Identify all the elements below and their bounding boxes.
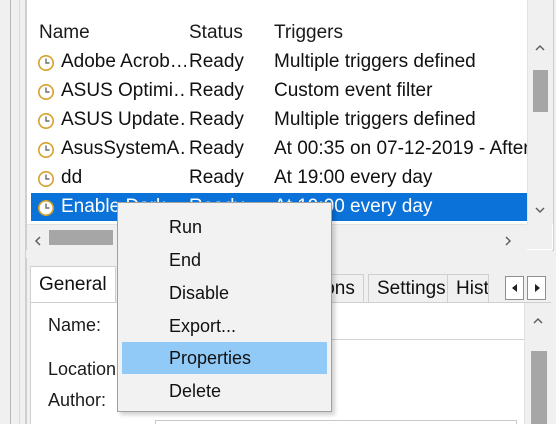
task-list-vertical-scrollbar[interactable]: [527, 0, 553, 224]
task-row-asus-update[interactable]: ASUS Update… Ready Multiple triggers def…: [31, 106, 527, 134]
details-scroll-thumb[interactable]: [531, 351, 547, 424]
task-name: ASUS Update…: [61, 109, 186, 130]
task-status: Ready: [189, 80, 244, 101]
horizontal-scroll-thumb[interactable]: [49, 230, 113, 245]
author-label: Author:: [48, 390, 107, 410]
vertical-scroll-thumb[interactable]: [533, 70, 548, 112]
task-name: ASUS Optimi…: [61, 80, 186, 101]
task-name: AsusSystemA…: [61, 138, 186, 159]
tab-history[interactable]: Histo: [447, 274, 489, 303]
task-row-asus-optimization[interactable]: ASUS Optimi… Ready Custom event filter: [31, 77, 527, 105]
clock-task-icon: [37, 169, 55, 187]
triangle-left-icon: [512, 284, 517, 292]
task-triggers: At 00:35 on 07-12-2019 - After tri: [274, 138, 527, 159]
menu-item-properties[interactable]: Properties: [122, 342, 327, 374]
task-name: Adobe Acrob…: [61, 51, 186, 72]
tab-scroll-right-button[interactable]: [527, 276, 546, 300]
tab-scroll-left-button[interactable]: [505, 276, 524, 300]
task-triggers: Multiple triggers defined: [274, 51, 476, 72]
task-name-field[interactable]: [324, 305, 524, 340]
tab-general[interactable]: General: [30, 266, 116, 303]
task-triggers: At 19:00 every day: [274, 167, 433, 188]
chevron-down-icon[interactable]: [535, 202, 545, 214]
status-column-header[interactable]: Status: [189, 18, 243, 48]
task-status: Ready: [189, 109, 244, 130]
clock-task-icon: [37, 198, 55, 216]
task-row-dd[interactable]: dd Ready At 19:00 every day: [31, 164, 527, 192]
description-field[interactable]: [155, 420, 517, 424]
clock-task-icon: [37, 53, 55, 71]
task-row-adobe-acrobat[interactable]: Adobe Acrob… Ready Multiple triggers def…: [31, 48, 527, 76]
task-scheduler-window: Name Status Triggers Adobe Acrob… Ready …: [0, 0, 556, 424]
clock-task-icon: [37, 82, 55, 100]
scrollbar-corner: [527, 224, 552, 249]
menu-item-export[interactable]: Export...: [122, 310, 327, 342]
task-table-header: Name Status Triggers: [27, 18, 527, 48]
chevron-up-icon[interactable]: [533, 313, 543, 324]
task-triggers: Multiple triggers defined: [274, 109, 476, 130]
chevron-left-icon[interactable]: [33, 233, 43, 246]
name-label: Name:: [48, 315, 102, 335]
triangle-right-icon: [535, 284, 540, 292]
clock-task-icon: [37, 140, 55, 158]
task-triggers: Custom event filter: [274, 80, 433, 101]
tab-settings[interactable]: Settings: [368, 274, 455, 303]
task-status: Ready: [189, 167, 244, 188]
task-table-body: Adobe Acrob… Ready Multiple triggers def…: [27, 48, 527, 228]
task-status: Ready: [189, 138, 244, 159]
task-name: dd: [61, 167, 83, 188]
chevron-up-icon[interactable]: [535, 40, 545, 51]
chevron-right-icon[interactable]: [503, 233, 513, 246]
triggers-column-header[interactable]: Triggers: [274, 18, 343, 48]
task-status: Ready: [189, 51, 244, 72]
task-row-asussystemanalysis[interactable]: AsusSystemA… Ready At 00:35 on 07-12-201…: [31, 135, 527, 163]
menu-item-disable[interactable]: Disable: [122, 277, 327, 309]
clock-task-icon: [37, 111, 55, 129]
menu-item-end[interactable]: End: [122, 244, 327, 276]
menu-item-delete[interactable]: Delete: [122, 375, 327, 407]
navigation-pane-edge: [0, 0, 26, 424]
menu-item-run[interactable]: Run: [122, 211, 327, 243]
location-label: Location: [48, 359, 117, 379]
details-vertical-scrollbar[interactable]: [524, 303, 552, 424]
task-context-menu: Run End Disable Export... Properties Del…: [117, 202, 332, 412]
name-column-header[interactable]: Name: [39, 18, 90, 48]
